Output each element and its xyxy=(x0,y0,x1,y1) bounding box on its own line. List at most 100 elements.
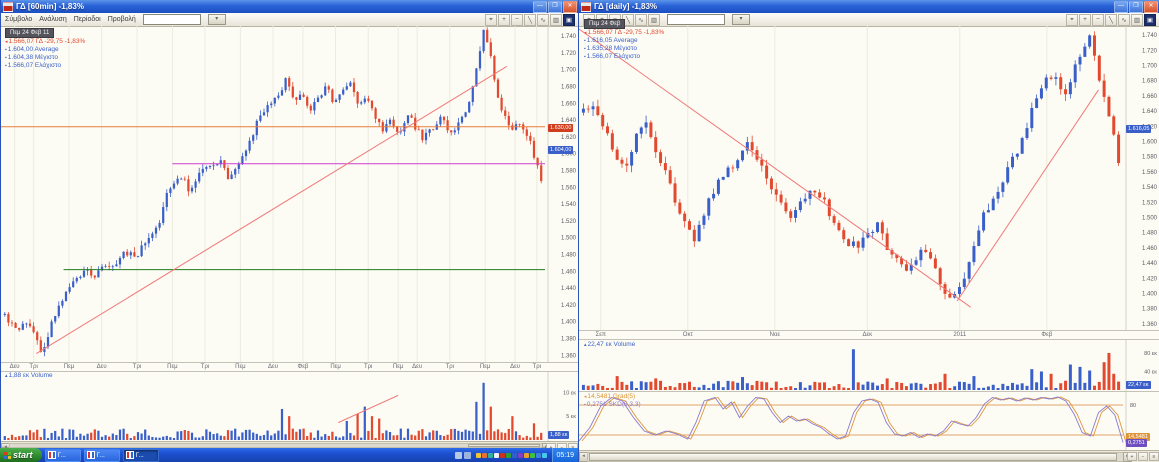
chart-type-icon[interactable]: ▥ xyxy=(1131,14,1143,26)
tray-icon[interactable] xyxy=(542,453,547,458)
svg-text:40 εκ: 40 εκ xyxy=(1144,369,1157,375)
zoom-in-icon[interactable]: + xyxy=(1127,452,1137,461)
tray-icon[interactable] xyxy=(530,453,535,458)
chart-window-60min: ΓΔ [60min] -1,83% — ❐ ✕ Σύμβολο Ανάλυση … xyxy=(0,0,580,448)
wave-icon[interactable]: ∿ xyxy=(1118,14,1130,26)
tray-icon[interactable] xyxy=(476,453,481,458)
legend-date: Πεμ 24 Φεβ 11 xyxy=(5,28,54,38)
legend-low: 1.566,07 Ελάχιστο xyxy=(8,62,61,69)
restore-button[interactable]: ❐ xyxy=(548,1,562,13)
time-axis-label: Τρι xyxy=(133,364,141,370)
svg-text:1.520: 1.520 xyxy=(561,219,577,225)
svg-text:1.680: 1.680 xyxy=(1142,79,1158,85)
svg-text:5 εκ: 5 εκ xyxy=(566,414,576,420)
time-axis-label: Τρι xyxy=(533,364,541,370)
price-chart-daily[interactable]: 1.7401.7201.7001.6801.6601.6401.6201.600… xyxy=(579,26,1159,330)
time-axis-label: Σεπ xyxy=(595,332,606,338)
time-axis-label: Οκτ xyxy=(683,332,693,338)
tray-icon[interactable] xyxy=(488,453,493,458)
taskbar-window-button-active[interactable]: Γ... xyxy=(123,449,159,462)
legend-marker: ▴ xyxy=(584,342,587,348)
svg-text:1.400: 1.400 xyxy=(561,320,577,326)
zoom-in-icon[interactable]: + xyxy=(498,14,510,26)
pointer-icon[interactable]: ⌖ xyxy=(485,14,497,26)
chart-window-icon xyxy=(126,451,134,459)
tray-icon[interactable] xyxy=(506,453,511,458)
tray-icon[interactable] xyxy=(512,453,517,458)
menu-view[interactable]: Προβολή xyxy=(108,16,136,23)
legend-date: Πεμ 24 Φεβ xyxy=(584,19,625,29)
time-axis-label: Δεκ xyxy=(862,332,872,338)
legend-marker: ▪ xyxy=(584,402,586,408)
titlebar[interactable]: ΓΔ [daily] -1,83% — ❐ ✕ xyxy=(579,0,1159,13)
menu-analysis[interactable]: Ανάλυση xyxy=(39,16,66,23)
volume-badge: 22,47 εκ xyxy=(1126,381,1151,389)
pointer-icon[interactable]: ⌖ xyxy=(1066,14,1078,26)
titlebar[interactable]: ΓΔ [60min] -1,83% — ❐ ✕ xyxy=(1,0,579,13)
legend-marker: ◂ xyxy=(5,39,8,45)
tray-icon[interactable] xyxy=(494,453,499,458)
zoom-out-icon[interactable]: − xyxy=(511,14,523,26)
apply-button[interactable]: ▾ xyxy=(208,14,226,25)
restore-button[interactable]: ❐ xyxy=(1129,1,1143,13)
tray-app-icon[interactable] xyxy=(464,452,471,459)
scrollbar-thumb[interactable] xyxy=(468,444,540,447)
stochastic-pane[interactable]: 8020 xyxy=(579,391,1159,451)
menu-symbol[interactable]: Σύμβολο xyxy=(5,16,32,23)
time-axis-label: Τρι xyxy=(364,364,372,370)
svg-text:1.740: 1.740 xyxy=(561,34,577,40)
close-button[interactable]: ✕ xyxy=(563,1,577,13)
chart-type-icon[interactable]: ▥ xyxy=(550,14,562,26)
legend-marker: ◂ xyxy=(584,30,587,36)
svg-text:1.540: 1.540 xyxy=(1142,185,1158,191)
symbol-input[interactable] xyxy=(667,14,725,25)
scrollbar-thumb[interactable] xyxy=(589,453,1117,461)
wave-icon[interactable]: ∿ xyxy=(537,14,549,26)
save-icon[interactable]: ▣ xyxy=(563,14,575,26)
menu-periods[interactable]: Περίοδοι xyxy=(74,16,101,23)
apply-button[interactable]: ▾ xyxy=(732,14,750,25)
taskbar-window-button[interactable]: Γ... xyxy=(45,449,81,462)
close-button[interactable]: ✕ xyxy=(1144,1,1158,13)
trendline-icon[interactable]: ╲ xyxy=(1105,14,1117,26)
taskbar-window-button[interactable]: Γ... xyxy=(84,449,120,462)
symbol-input[interactable] xyxy=(143,14,201,25)
minimize-button[interactable]: — xyxy=(1114,1,1128,13)
ohlc-legend: Πεμ 24 Φεβ ◂1.566,07 ΓΔ -29,75 -1,83% ▪1… xyxy=(584,19,664,61)
svg-text:1.440: 1.440 xyxy=(561,286,577,292)
zoom-out-icon[interactable]: − xyxy=(1138,452,1148,461)
panes-icon[interactable]: ≡ xyxy=(1149,452,1159,461)
horizontal-scrollbar[interactable]: ◂ ▸ +−≡ xyxy=(579,450,1159,462)
tray-app-icon[interactable] xyxy=(455,452,462,459)
volume-pane-60min[interactable]: 10 εκ5 εκ xyxy=(1,371,579,442)
price-badge: 1.604,00 xyxy=(548,146,573,154)
svg-text:1.640: 1.640 xyxy=(1142,109,1158,115)
zoom-out-icon[interactable]: − xyxy=(1092,14,1104,26)
time-axis-label: Δευ xyxy=(10,364,20,370)
tray-icon[interactable] xyxy=(500,453,505,458)
time-axis-label: Πεμ xyxy=(393,364,403,370)
tray-icon[interactable] xyxy=(536,453,541,458)
price-badge: 1.630,00 xyxy=(548,124,573,132)
horizontal-scrollbar[interactable]: ◂ ▸ +−≡ xyxy=(1,441,579,448)
app-icon xyxy=(3,2,13,12)
svg-text:80 εκ: 80 εκ xyxy=(1144,351,1157,357)
minimize-button[interactable]: — xyxy=(533,1,547,13)
volume-pane-daily[interactable]: 80 εκ 40 εκ xyxy=(579,339,1159,392)
tray-icon[interactable] xyxy=(524,453,529,458)
zoom-in-icon[interactable]: + xyxy=(1079,14,1091,26)
save-icon[interactable]: ▣ xyxy=(1144,14,1156,26)
window-title: ΓΔ [daily] -1,83% xyxy=(594,2,1111,11)
trendline-icon[interactable]: ╲ xyxy=(524,14,536,26)
svg-text:1.560: 1.560 xyxy=(561,185,577,191)
time-axis-label: Φεβ xyxy=(297,364,308,370)
tray-icon[interactable] xyxy=(518,453,523,458)
price-chart-60min[interactable]: 1.7401.7201.7001.6801.6601.6401.6201.600… xyxy=(1,26,579,362)
start-button[interactable]: start xyxy=(0,448,42,462)
svg-text:1.740: 1.740 xyxy=(1142,33,1158,39)
svg-text:1.400: 1.400 xyxy=(1142,292,1158,298)
stochastic-badge: 0,2751 xyxy=(1126,439,1147,447)
legend-marker: ▪ xyxy=(584,46,586,52)
tray-icon[interactable] xyxy=(482,453,487,458)
legend-high: 1.604,38 Μέγιστο xyxy=(8,54,58,61)
